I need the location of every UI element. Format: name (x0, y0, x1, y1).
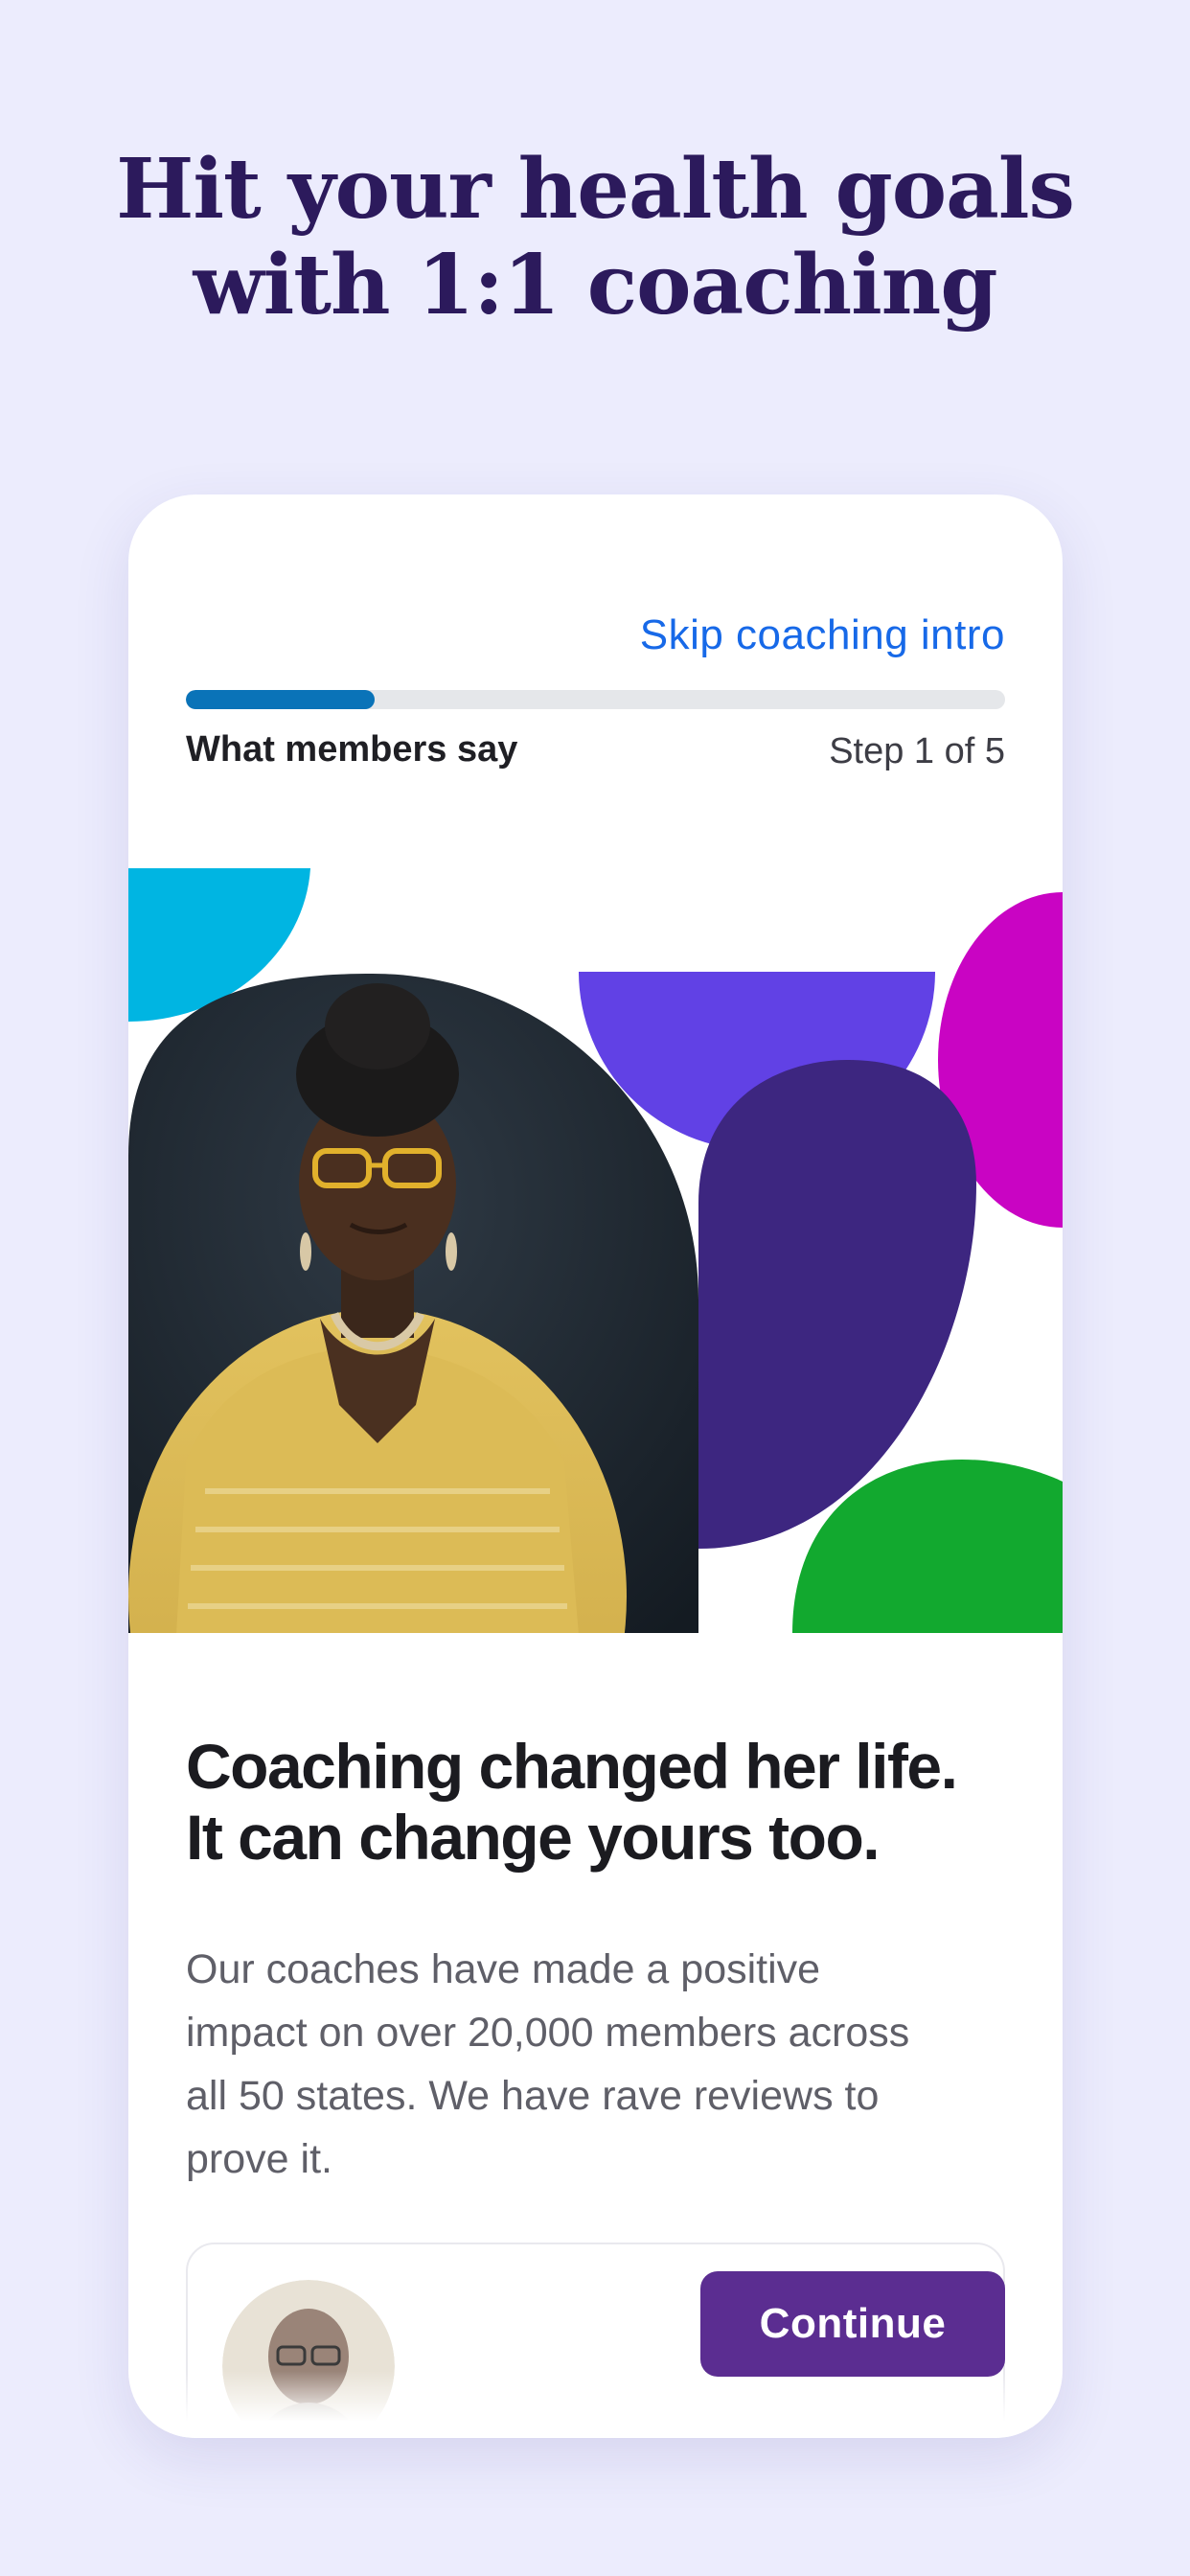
skip-coaching-intro-link[interactable]: Skip coaching intro (640, 611, 1005, 659)
testimonial-artwork (128, 868, 1063, 1643)
decorative-shapes (128, 868, 1063, 1633)
progress-bar (186, 690, 1005, 709)
step-title: What members say (186, 729, 518, 770)
page-title-line-1: Hit your health goals (116, 141, 1075, 238)
page-title: Hit your health goals with 1:1 coaching (0, 142, 1190, 334)
testimonial-description: Our coaches have made a positive impact … (186, 1946, 910, 2182)
continue-button[interactable]: Continue (700, 2271, 1005, 2377)
headline-line-1: Coaching changed her life. (186, 1731, 958, 1802)
bottom-fade (128, 2371, 1063, 2438)
coaching-intro-card: Skip coaching intro What members say Ste… (128, 494, 1063, 2438)
testimonial-headline: Coaching changed her life. It can change… (186, 1731, 1029, 1873)
page-title-line-2: with 1:1 coaching (193, 237, 998, 334)
headline-line-2: It can change yours too. (186, 1802, 881, 1873)
step-counter: Step 1 of 5 (829, 731, 1005, 771)
progress-bar-fill (186, 690, 375, 709)
